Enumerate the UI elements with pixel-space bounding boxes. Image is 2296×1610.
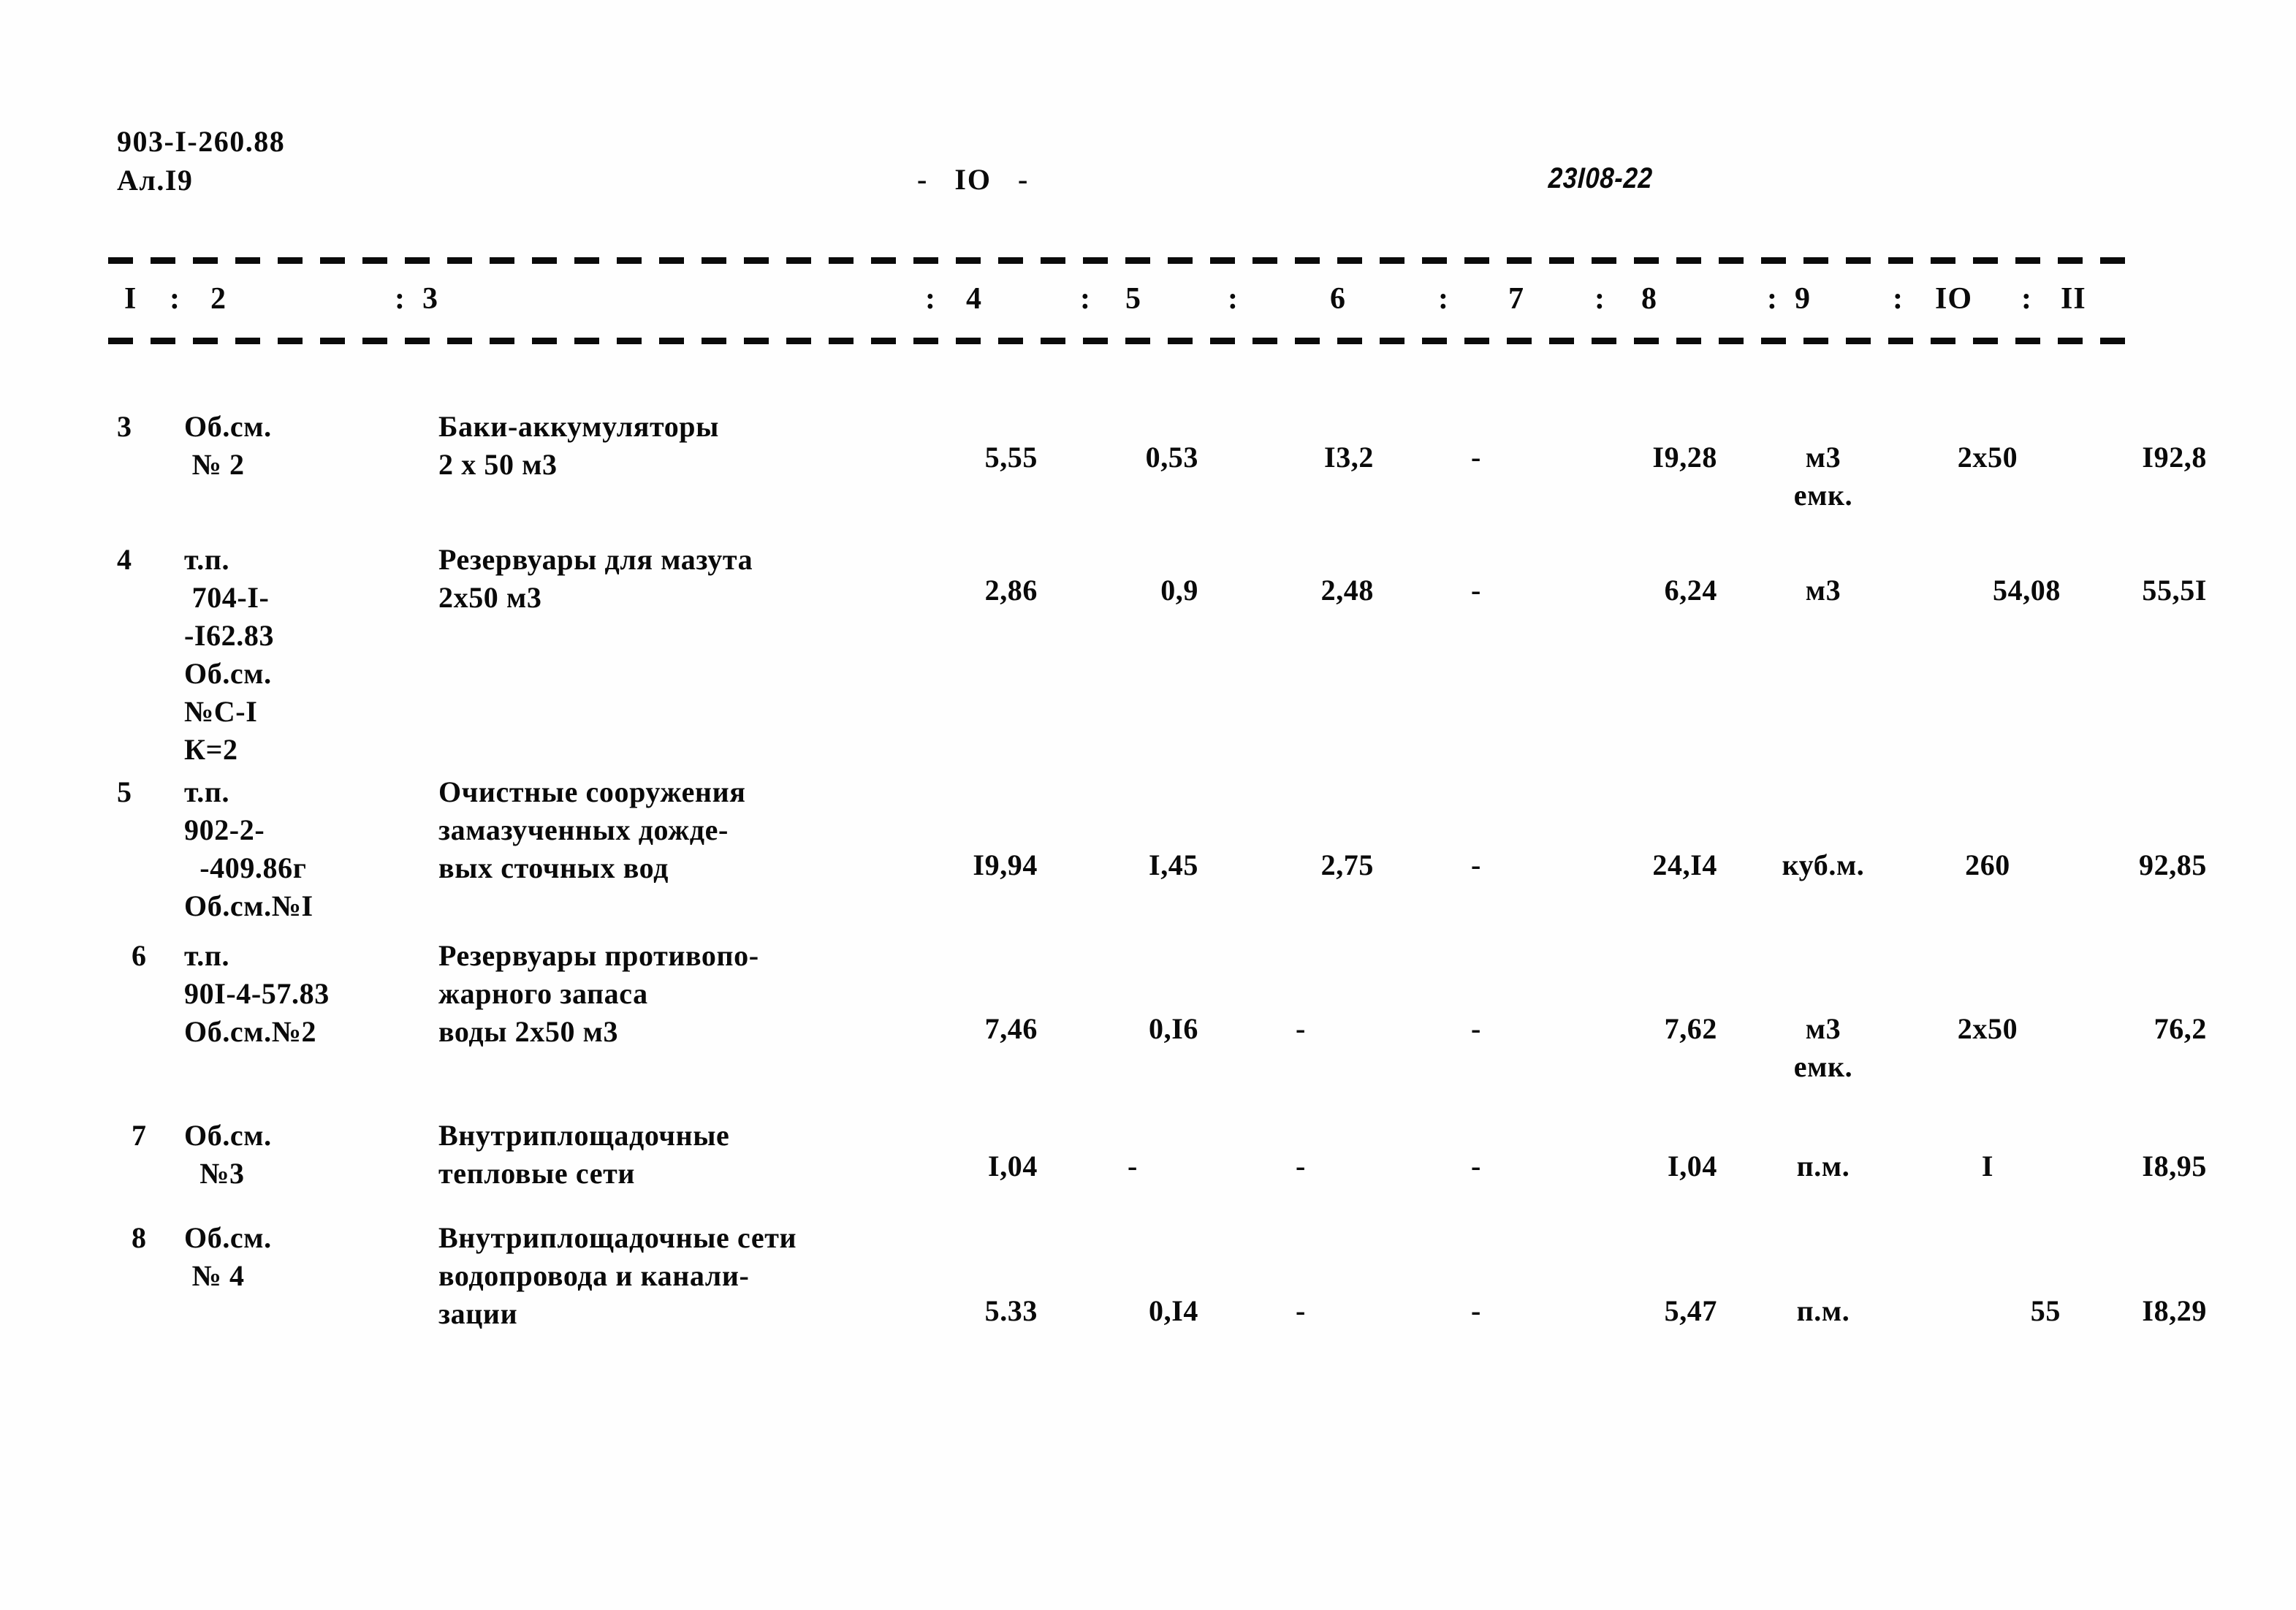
- row-value-col10: 260: [1965, 848, 2010, 881]
- page-number: - IO -: [917, 163, 1030, 196]
- row-value-col11: I8,95: [2142, 1150, 2207, 1182]
- row-value-col7: -: [1471, 441, 1481, 474]
- row-value-col10: 2х50: [1957, 1012, 2018, 1045]
- column-separator: :: [1767, 282, 1778, 316]
- column-separator: :: [395, 282, 406, 316]
- row-value-col8: 6,24: [1664, 574, 1717, 607]
- column-header-7: 7: [1508, 282, 1524, 316]
- row-value-col7: -: [1471, 574, 1481, 607]
- row-value-col5: 0,I4: [1149, 1294, 1198, 1327]
- row-value-col6: -: [1296, 1294, 1306, 1327]
- row-value-col5: I,45: [1149, 848, 1198, 881]
- row-number: 4: [117, 543, 132, 576]
- row-value-col4: 5,55: [984, 441, 1038, 474]
- column-header-4: 4: [966, 282, 982, 316]
- row-number: 5: [117, 775, 132, 808]
- row-value-col7: -: [1471, 1294, 1481, 1327]
- column-header-8: 8: [1641, 282, 1657, 316]
- row-value-col11: 76,2: [2154, 1012, 2207, 1045]
- row-unit-col9: м3 емк.: [1793, 1012, 1853, 1083]
- row-value-col8: I9,28: [1652, 441, 1717, 474]
- column-separator: :: [1594, 282, 1605, 316]
- column-separator: :: [1228, 282, 1239, 316]
- row-number: 3: [117, 410, 132, 443]
- row-value-col8: 7,62: [1664, 1012, 1717, 1045]
- column-header-2: 2: [210, 282, 227, 316]
- row-value-col11: I92,8: [2142, 441, 2207, 474]
- column-header-11: II: [2061, 282, 2086, 316]
- row-description: Резервуары для мазута 2х50 м3: [438, 543, 753, 614]
- column-separator: :: [1438, 282, 1449, 316]
- row-value-col11: 92,85: [2139, 848, 2207, 881]
- row-value-col10: 2х50: [1957, 441, 2018, 474]
- row-value-col8: I,04: [1668, 1150, 1717, 1182]
- row-value-col11: 55,5I: [2142, 574, 2207, 607]
- document-code-header: 903-I-260.88 Ал.I9: [117, 123, 285, 200]
- document-page: 903-I-260.88 Ал.I9 - IO - 23I08-22 I : 2…: [0, 0, 2296, 1610]
- column-separator: :: [170, 282, 180, 316]
- row-value-col4: I9,94: [973, 848, 1038, 881]
- row-unit-col9: п.м.: [1796, 1294, 1850, 1327]
- row-value-col5: -: [1128, 1150, 1138, 1182]
- row-value-col4: 2,86: [984, 574, 1038, 607]
- row-value-col8: 5,47: [1664, 1294, 1717, 1327]
- row-value-col5: 0,53: [1145, 441, 1198, 474]
- row-value-col7: -: [1471, 1150, 1481, 1182]
- row-description: Баки-аккумуляторы 2 х 50 м3: [438, 410, 719, 481]
- row-unit-col9: м3 емк.: [1793, 441, 1853, 512]
- row-value-col5: 0,I6: [1149, 1012, 1198, 1045]
- row-description: Очистные сооружения замазученных дожде- …: [438, 775, 746, 884]
- row-value-col7: -: [1471, 848, 1481, 881]
- column-separator: :: [925, 282, 936, 316]
- row-description: Внутриплощадочные сети водопровода и кан…: [438, 1221, 797, 1330]
- row-value-col10: I: [1981, 1150, 1994, 1182]
- column-header-5: 5: [1125, 282, 1141, 316]
- row-unit-col9: м3: [1805, 574, 1841, 607]
- table-column-header-row: I : 2 : 3 : 4 : 5 : 6 : 7 : 8 : 9 : IO :…: [0, 281, 2296, 328]
- row-value-col4: I,04: [988, 1150, 1038, 1182]
- row-description: Внутриплощадочные тепловые сети: [438, 1119, 730, 1190]
- row-unit-col9: п.м.: [1796, 1150, 1850, 1182]
- row-number: 7: [132, 1119, 147, 1152]
- column-separator: :: [2021, 282, 2032, 316]
- sheet-label: Ал.I9: [117, 163, 194, 197]
- row-number: 8: [132, 1221, 147, 1254]
- row-unit-col9: куб.м.: [1782, 848, 1865, 881]
- row-value-col10: 55: [2030, 1294, 2061, 1327]
- column-separator: :: [1893, 282, 1904, 316]
- row-value-col4: 7,46: [984, 1012, 1038, 1045]
- table-header-bottom-rule: [108, 338, 2138, 344]
- row-description: Резервуары противопо- жарного запаса вод…: [438, 939, 759, 1048]
- row-number: 6: [132, 939, 147, 972]
- row-value-col4: 5.33: [984, 1294, 1038, 1327]
- row-value-col6: I3,2: [1324, 441, 1374, 474]
- row-value-col7: -: [1471, 1012, 1481, 1045]
- row-value-col10: 54,08: [1993, 574, 2061, 607]
- document-code: 903-I-260.88: [117, 125, 286, 158]
- row-value-col6: -: [1296, 1150, 1306, 1182]
- row-value-col8: 24,I4: [1652, 848, 1717, 881]
- row-value-col5: 0,9: [1160, 574, 1198, 607]
- column-header-1: I: [124, 282, 137, 316]
- table-top-rule: [108, 257, 2138, 264]
- column-header-9: 9: [1795, 282, 1811, 316]
- row-value-col6: 2,48: [1320, 574, 1374, 607]
- row-value-col6: 2,75: [1320, 848, 1374, 881]
- column-header-3: 3: [422, 282, 438, 316]
- column-header-10: IO: [1935, 282, 1973, 316]
- column-separator: :: [1080, 282, 1091, 316]
- archive-stamp: 23I08-22: [1548, 162, 1654, 194]
- row-value-col6: -: [1296, 1012, 1306, 1045]
- row-value-col11: I8,29: [2142, 1294, 2207, 1327]
- column-header-6: 6: [1330, 282, 1346, 316]
